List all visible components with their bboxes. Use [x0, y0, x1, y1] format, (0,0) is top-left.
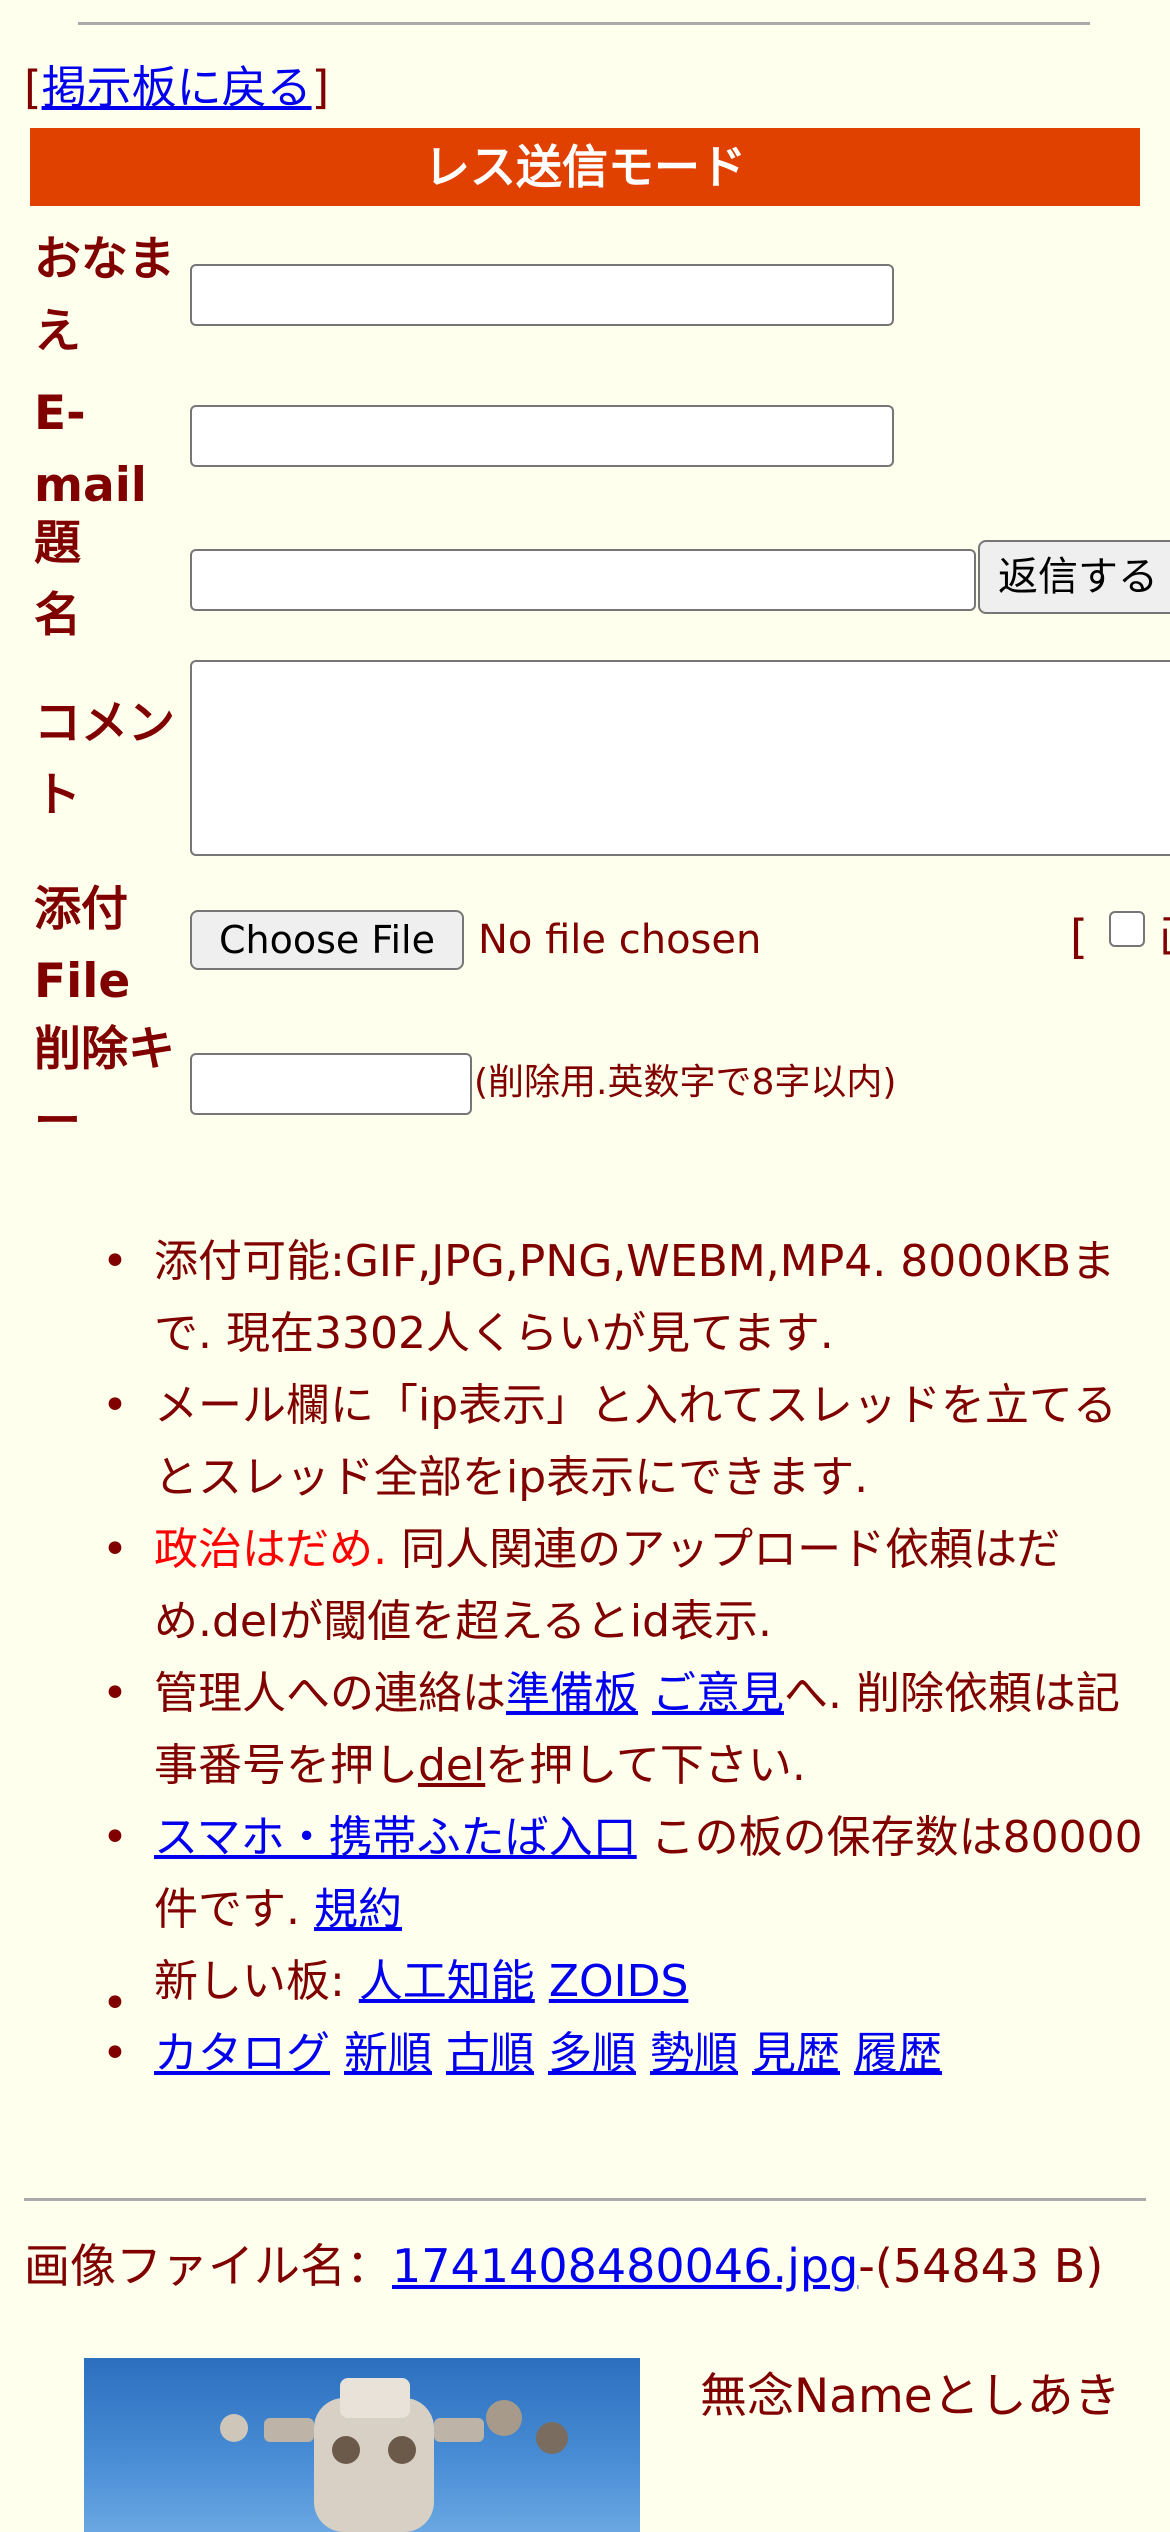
- reply-mode-banner: レス送信モード: [30, 128, 1140, 206]
- file-name-prefix: 画像ファイル名：: [24, 2239, 392, 2293]
- terms-link[interactable]: 規約: [314, 1884, 402, 1935]
- attach-file-label: 添付 File: [34, 874, 130, 1018]
- comment-label-line2: ト: [34, 768, 81, 823]
- ai-board-link[interactable]: 人工知能: [359, 1956, 535, 2007]
- viewed-history-link[interactable]: 見歴: [752, 2028, 840, 2079]
- sort-oldest-link[interactable]: 古順: [446, 2028, 534, 2079]
- delete-key-input[interactable]: [190, 1053, 472, 1115]
- delkey-label-line1: 削除キ: [34, 1022, 175, 1077]
- new-boards-text: 新しい板:: [154, 1956, 359, 2007]
- name-input[interactable]: [190, 264, 894, 326]
- subject-input[interactable]: [190, 549, 976, 611]
- rule-text: 管理人への連絡は: [154, 1668, 506, 1719]
- subject-label: 題 名: [34, 508, 81, 652]
- file-size: -(54843 B): [858, 2239, 1104, 2293]
- post-file-info: 画像ファイル名：1741408480046.jpg-(54843 B): [24, 2236, 1154, 2296]
- mobile-entrance-link[interactable]: スマホ・携帯ふたば入口: [154, 1812, 637, 1863]
- prep-board-link[interactable]: 準備板: [506, 1668, 638, 1719]
- bracket-open: [: [24, 61, 42, 114]
- rule-item: • メール欄に「ip表示」と入れてスレッドを立てるとスレッド全部をip表示にできま…: [102, 1380, 1117, 1503]
- rule-item-sort-links: • カタログ 新順 古順 多順 勢順 見歴 履歴: [102, 2028, 942, 2079]
- name-label-line1: おなま: [34, 232, 175, 287]
- poster-name: 無念Nameとしあき: [700, 2369, 1121, 2424]
- subject-label-line2: 名: [34, 588, 81, 643]
- delete-key-label: 削除キ ー: [34, 1014, 175, 1158]
- attach-label-line1: 添付: [34, 882, 128, 937]
- rule-text: を押して下さい.: [485, 1740, 806, 1791]
- no-file-chosen-text: No file chosen: [478, 917, 762, 963]
- sort-momentum-link[interactable]: 勢順: [650, 2028, 738, 2079]
- sort-most-link[interactable]: 多順: [548, 2028, 636, 2079]
- comment-textarea[interactable]: [190, 660, 1170, 856]
- image-option-bracket: [: [1070, 910, 1088, 964]
- comment-label: コメン ト: [34, 688, 175, 832]
- board-rules-list: • 添付可能:GIF,JPG,PNG,WEBM,MP4. 8000KBまで. 現在…: [90, 1226, 1150, 2090]
- rule-item: • 管理人への連絡は準備板 ご意見へ. 削除依頼は記事番号を押しdelを押して下さ…: [102, 1668, 1120, 1791]
- back-to-board-link[interactable]: 掲示板に戻る: [42, 61, 312, 114]
- feedback-link[interactable]: ご意見: [652, 1668, 784, 1719]
- rule-text: 添付可能:GIF,JPG,PNG,WEBM,MP4. 8000KBまで. 現在3…: [154, 1236, 1116, 1359]
- politics-warning: 政治はだめ.: [154, 1524, 388, 1575]
- del-link[interactable]: del: [418, 1740, 485, 1791]
- rule-item: • 政治はだめ. 同人関連のアップロード依頼はだめ.delが閾値を超えるとid表示…: [102, 1524, 1061, 1647]
- robot-image-icon: [220, 2378, 568, 2532]
- history-link[interactable]: 履歴: [854, 2028, 942, 2079]
- post-image-file-link[interactable]: 1741408480046.jpg: [392, 2239, 858, 2293]
- delete-key-note: (削除用.英数字で8字以内): [474, 1062, 897, 1103]
- name-label-line2: え: [34, 304, 81, 359]
- sort-newest-link[interactable]: 新順: [344, 2028, 432, 2079]
- email-label-line1: E-: [34, 386, 86, 441]
- image-option-checkbox[interactable]: [1108, 911, 1145, 947]
- catalog-link[interactable]: カタログ: [154, 2028, 330, 2079]
- subject-label-line1: 題: [34, 516, 81, 571]
- section-divider: [24, 2198, 1146, 2201]
- bracket-close: ]: [311, 61, 330, 114]
- rule-item: • スマホ・携帯ふたば入口 この板の保存数は80000件です. 規約: [102, 1812, 1143, 1935]
- back-link-row: [掲示板に戻る]: [24, 58, 329, 118]
- comment-label-line1: コメン: [34, 696, 175, 751]
- email-input[interactable]: [190, 405, 894, 467]
- rule-text: メール欄に「ip表示」と入れてスレッドを立てるとスレッド全部をip表示にできます…: [154, 1380, 1117, 1503]
- email-label: E- mail: [34, 378, 147, 522]
- zoids-board-link[interactable]: ZOIDS: [549, 1956, 689, 2007]
- top-divider: [78, 22, 1090, 25]
- reply-submit-button[interactable]: 返信する: [978, 540, 1170, 614]
- delkey-label-line2: ー: [34, 1094, 81, 1149]
- image-option-group: [ 画: [1070, 904, 1170, 970]
- rule-item: • 添付可能:GIF,JPG,PNG,WEBM,MP4. 8000KBまで. 現在…: [102, 1236, 1116, 1359]
- attach-label-line2: File: [34, 954, 131, 1009]
- post-image-thumbnail[interactable]: [84, 2358, 640, 2532]
- rule-item-new-boards: • 新しい板: 人工知能 ZOIDS: [102, 1956, 689, 2029]
- choose-file-button[interactable]: Choose File: [190, 910, 464, 970]
- name-label: おなま え: [34, 224, 175, 368]
- image-option-label: 画: [1159, 910, 1170, 964]
